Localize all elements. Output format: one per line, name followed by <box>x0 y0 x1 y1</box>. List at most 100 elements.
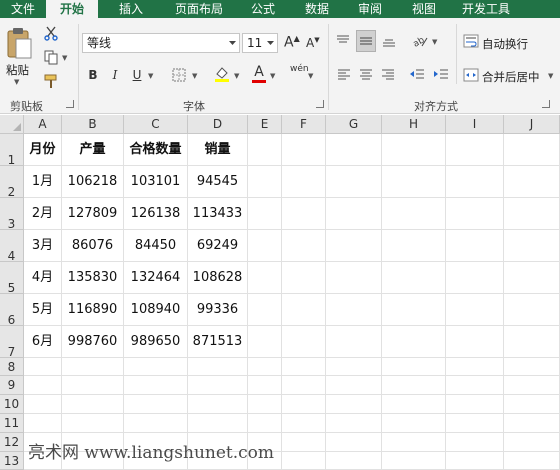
cell-f2[interactable] <box>282 166 326 198</box>
borders-dropdown-icon[interactable]: ▼ <box>192 72 197 80</box>
tab-home[interactable]: 开始 <box>46 0 98 18</box>
cell-e4[interactable] <box>248 230 282 262</box>
cell-f4[interactable] <box>282 230 326 262</box>
cell-g1[interactable] <box>326 134 382 166</box>
cell-j7[interactable] <box>504 326 560 358</box>
cell-j3[interactable] <box>504 198 560 230</box>
font-name-combo[interactable]: 等线 <box>82 33 240 53</box>
cell-g2[interactable] <box>326 166 382 198</box>
cell-e10[interactable] <box>248 395 282 414</box>
tab-page-layout[interactable]: 页面布局 <box>164 0 234 18</box>
cell-h12[interactable] <box>382 433 446 452</box>
cell-j11[interactable] <box>504 414 560 433</box>
cell-j12[interactable] <box>504 433 560 452</box>
shrink-font-button[interactable]: A▼ <box>306 36 320 50</box>
cell-f1[interactable] <box>282 134 326 166</box>
cell-e3[interactable] <box>248 198 282 230</box>
cell-b1[interactable]: 产量 <box>62 134 124 166</box>
orientation-icon[interactable]: ab <box>410 32 430 50</box>
align-middle-icon[interactable] <box>356 30 376 52</box>
font-color-button[interactable]: A <box>250 64 268 84</box>
grow-font-button[interactable]: A▲ <box>284 34 300 51</box>
cell-d5[interactable]: 108628 <box>188 262 248 294</box>
cell-j4[interactable] <box>504 230 560 262</box>
tab-insert[interactable]: 插入 <box>98 0 164 18</box>
cell-g4[interactable] <box>326 230 382 262</box>
column-header-f[interactable]: F <box>282 115 326 134</box>
cell-i11[interactable] <box>446 414 504 433</box>
fill-color-dropdown-icon[interactable]: ▼ <box>234 72 239 80</box>
cell-i12[interactable] <box>446 433 504 452</box>
cell-j8[interactable] <box>504 358 560 376</box>
cell-d7[interactable]: 871513 <box>188 326 248 358</box>
row-header-13[interactable]: 13 <box>0 452 24 470</box>
cell-f11[interactable] <box>282 414 326 433</box>
cell-i3[interactable] <box>446 198 504 230</box>
fill-color-icon[interactable] <box>212 64 232 84</box>
cell-i10[interactable] <box>446 395 504 414</box>
cell-h10[interactable] <box>382 395 446 414</box>
merge-center-button[interactable]: 合并后居中 <box>482 69 540 85</box>
phonetic-dropdown-icon[interactable]: ▼ <box>308 72 313 80</box>
font-color-dropdown-icon[interactable]: ▼ <box>270 72 275 80</box>
copy-dropdown-icon[interactable]: ▼ <box>62 54 67 62</box>
cell-i7[interactable] <box>446 326 504 358</box>
increase-indent-icon[interactable] <box>432 66 450 82</box>
column-header-i[interactable]: I <box>446 115 504 134</box>
cell-e11[interactable] <box>248 414 282 433</box>
alignment-launcher-icon[interactable] <box>542 100 550 108</box>
cell-d9[interactable] <box>188 376 248 395</box>
column-header-b[interactable]: B <box>62 115 124 134</box>
wrap-text-icon[interactable] <box>462 32 480 50</box>
column-header-h[interactable]: H <box>382 115 446 134</box>
row-header-1[interactable]: 1 <box>0 134 24 167</box>
cell-b10[interactable] <box>62 395 124 414</box>
merge-center-dropdown-icon[interactable]: ▼ <box>548 72 553 80</box>
select-all-corner[interactable] <box>0 115 24 134</box>
cell-h6[interactable] <box>382 294 446 326</box>
cell-j10[interactable] <box>504 395 560 414</box>
cell-a1[interactable]: 月份 <box>24 134 62 166</box>
align-center-icon[interactable] <box>358 66 374 82</box>
cell-g12[interactable] <box>326 433 382 452</box>
cell-c9[interactable] <box>124 376 188 395</box>
column-header-j[interactable]: J <box>504 115 560 134</box>
column-header-a[interactable]: A <box>24 115 62 134</box>
cell-a2[interactable]: 1月 <box>24 166 62 198</box>
cell-j13[interactable] <box>504 452 560 470</box>
row-header-11[interactable]: 11 <box>0 414 24 433</box>
cell-a4[interactable]: 3月 <box>24 230 62 262</box>
column-header-g[interactable]: G <box>326 115 382 134</box>
cell-a9[interactable] <box>24 376 62 395</box>
row-header-9[interactable]: 9 <box>0 376 24 395</box>
cell-i9[interactable] <box>446 376 504 395</box>
cell-a11[interactable] <box>24 414 62 433</box>
cell-f13[interactable] <box>282 452 326 470</box>
column-header-c[interactable]: C <box>124 115 188 134</box>
merge-center-icon[interactable] <box>462 66 480 84</box>
font-size-combo[interactable]: 11 <box>242 33 278 53</box>
cell-d6[interactable]: 99336 <box>188 294 248 326</box>
cell-g9[interactable] <box>326 376 382 395</box>
cell-e7[interactable] <box>248 326 282 358</box>
align-top-icon[interactable] <box>334 32 352 50</box>
cell-j2[interactable] <box>504 166 560 198</box>
cell-h1[interactable] <box>382 134 446 166</box>
cell-g5[interactable] <box>326 262 382 294</box>
font-size-dropdown-icon[interactable] <box>264 34 277 52</box>
bold-button[interactable]: B <box>84 66 102 84</box>
row-header-6[interactable]: 6 <box>0 294 24 327</box>
cell-d3[interactable]: 113433 <box>188 198 248 230</box>
cell-h7[interactable] <box>382 326 446 358</box>
cell-c3[interactable]: 126138 <box>124 198 188 230</box>
cell-j5[interactable] <box>504 262 560 294</box>
phonetic-button[interactable]: wén <box>290 64 309 74</box>
cell-e9[interactable] <box>248 376 282 395</box>
cell-a8[interactable] <box>24 358 62 376</box>
cell-d8[interactable] <box>188 358 248 376</box>
align-bottom-icon[interactable] <box>380 32 398 50</box>
cell-h11[interactable] <box>382 414 446 433</box>
cell-e2[interactable] <box>248 166 282 198</box>
cell-e1[interactable] <box>248 134 282 166</box>
cell-j9[interactable] <box>504 376 560 395</box>
